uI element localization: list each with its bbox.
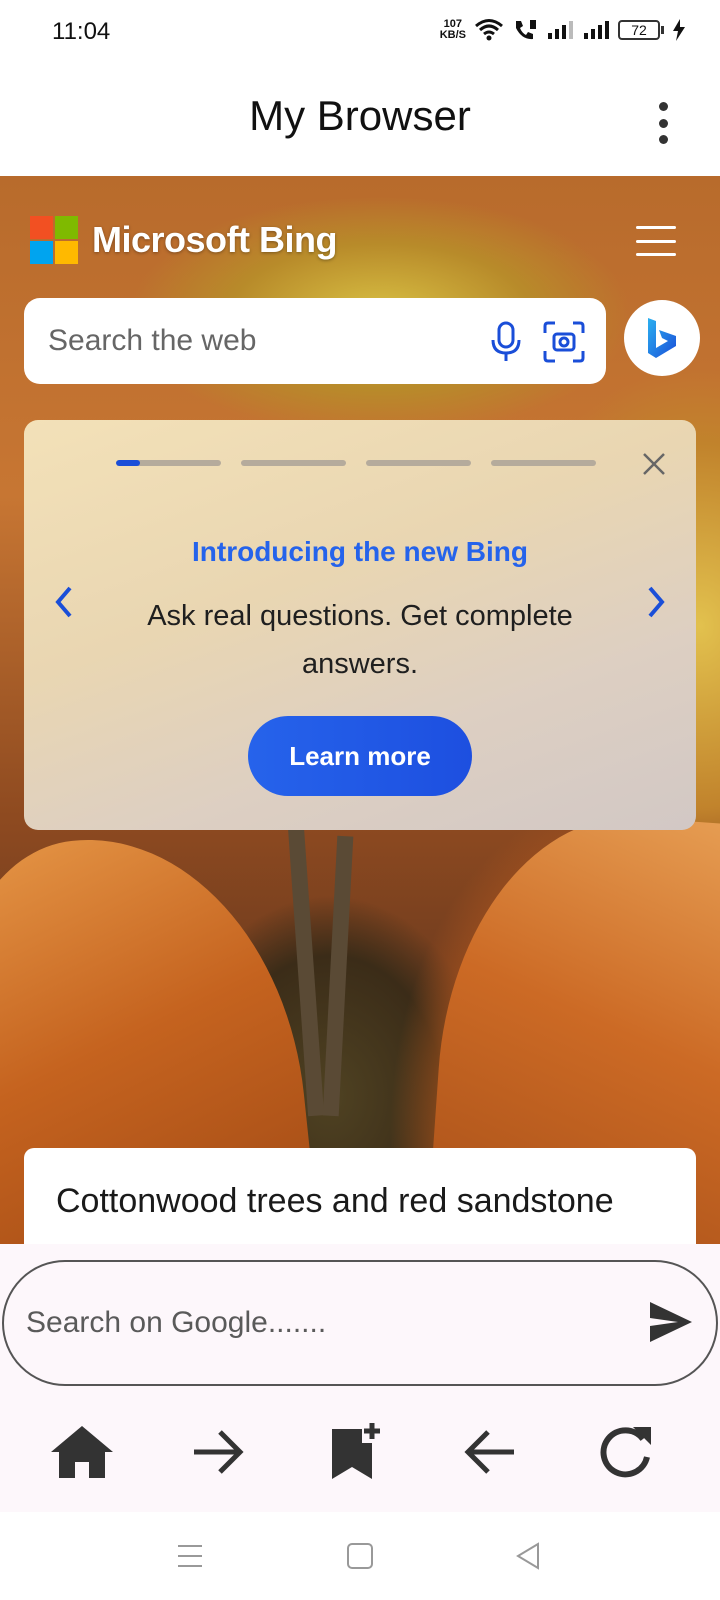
back-triangle-icon[interactable] bbox=[510, 1540, 546, 1572]
google-search-input[interactable] bbox=[26, 1262, 606, 1384]
hamburger-menu-icon[interactable] bbox=[636, 226, 676, 256]
browser-nav-row bbox=[0, 1412, 720, 1492]
status-time: 11:04 bbox=[52, 18, 111, 45]
promo-card: Introducing the new Bing Ask real questi… bbox=[24, 420, 696, 830]
signal-sim2-icon bbox=[584, 21, 609, 39]
bing-search-box[interactable] bbox=[24, 298, 606, 384]
charging-icon bbox=[673, 19, 685, 41]
promo-heading: Introducing the new Bing bbox=[192, 536, 528, 567]
home-icon[interactable] bbox=[42, 1412, 122, 1492]
bing-search-input[interactable] bbox=[48, 298, 468, 384]
battery-icon: 72 bbox=[618, 20, 664, 40]
tree-trunk bbox=[322, 835, 354, 1117]
microsoft-logo-icon bbox=[30, 216, 78, 264]
refresh-icon[interactable] bbox=[586, 1412, 666, 1492]
progress-segment bbox=[491, 460, 596, 466]
chevron-left-icon[interactable] bbox=[52, 584, 76, 620]
image-caption: Cottonwood trees and red sandstone bbox=[56, 1182, 614, 1220]
status-icons: 107 KB/S 72 bbox=[440, 18, 686, 42]
visual-search-icon[interactable] bbox=[542, 320, 586, 364]
signal-sim1-icon bbox=[548, 21, 573, 39]
carousel-progress bbox=[116, 460, 596, 466]
back-arrow-icon[interactable] bbox=[450, 1412, 530, 1492]
progress-segment bbox=[241, 460, 346, 466]
progress-segment bbox=[366, 460, 471, 466]
bing-logo[interactable]: Microsoft Bing bbox=[30, 216, 337, 264]
close-icon[interactable] bbox=[640, 450, 668, 478]
app-title: My Browser bbox=[249, 92, 471, 139]
network-speed: 107 KB/S bbox=[440, 19, 466, 41]
progress-segment bbox=[116, 460, 221, 466]
status-bar: 11:04 107 KB/S 72 bbox=[0, 0, 720, 66]
bottom-toolbar bbox=[0, 1244, 720, 1512]
chevron-right-icon[interactable] bbox=[644, 584, 668, 620]
volte-call-icon bbox=[516, 20, 536, 40]
wifi-icon bbox=[475, 19, 503, 41]
battery-level: 72 bbox=[618, 20, 660, 40]
microphone-icon[interactable] bbox=[486, 320, 526, 364]
webview[interactable]: Microsoft Bing Search the web Introducin… bbox=[0, 176, 720, 1244]
send-icon[interactable] bbox=[648, 1300, 694, 1344]
bing-wordmark: Microsoft Bing bbox=[92, 219, 337, 260]
more-vert-icon[interactable] bbox=[648, 98, 678, 148]
bookmark-add-icon[interactable] bbox=[316, 1412, 396, 1492]
promo-body: Ask real questions. Get complete answers… bbox=[147, 600, 573, 680]
forward-arrow-icon[interactable] bbox=[178, 1412, 258, 1492]
app-bar: My Browser bbox=[0, 66, 720, 176]
copilot-bing-icon[interactable] bbox=[624, 300, 700, 376]
recents-icon[interactable] bbox=[172, 1540, 208, 1572]
system-navigation-bar bbox=[0, 1512, 720, 1600]
network-speed-unit: KB/S bbox=[439, 29, 466, 41]
learn-more-button[interactable]: Learn more bbox=[248, 716, 472, 796]
image-caption-card[interactable]: Cottonwood trees and red sandstone bbox=[24, 1148, 696, 1244]
home-square-icon[interactable] bbox=[342, 1540, 378, 1572]
google-search-bar[interactable] bbox=[2, 1260, 718, 1386]
